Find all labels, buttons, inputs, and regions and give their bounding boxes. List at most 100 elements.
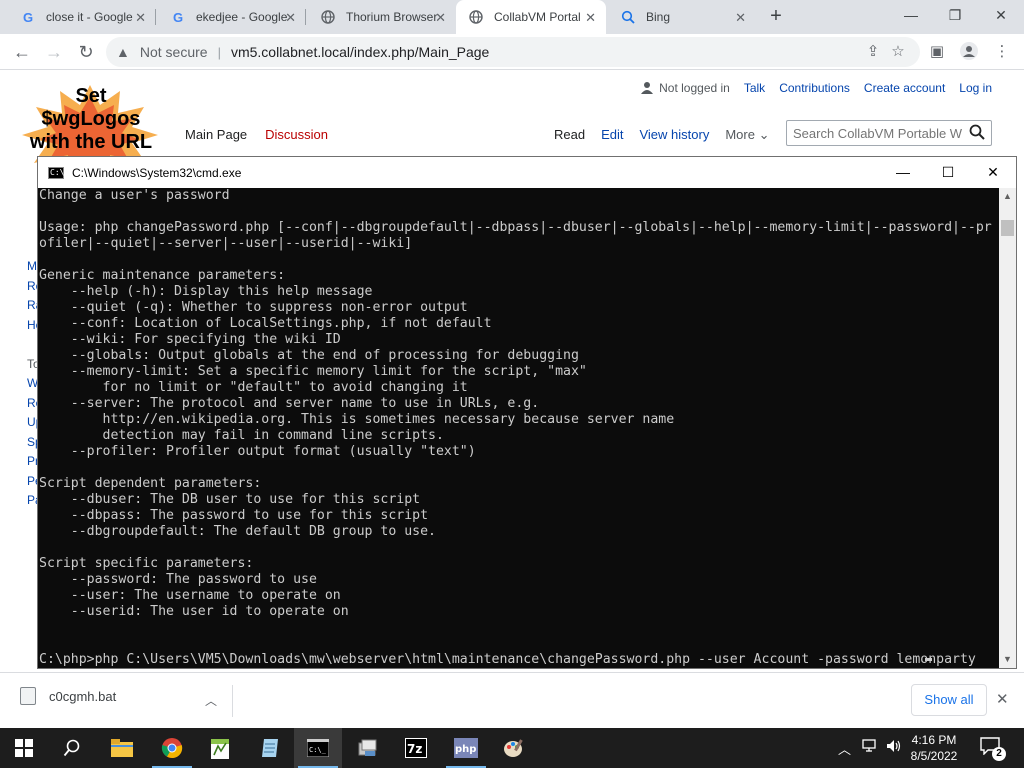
download-divider <box>232 685 233 717</box>
minimize-icon[interactable]: — <box>880 157 926 188</box>
tab-edit[interactable]: Edit <box>593 119 631 151</box>
php-icon[interactable]: php <box>442 728 490 768</box>
kebab-menu-icon[interactable]: ⋮ <box>990 41 1014 63</box>
share-icon[interactable]: ⇪ <box>861 41 885 63</box>
chrome-icon[interactable] <box>148 728 196 768</box>
volume-icon[interactable] <box>886 739 902 756</box>
close-window-icon[interactable]: ✕ <box>970 157 1016 188</box>
search-icon[interactable] <box>969 124 985 143</box>
download-item[interactable]: c0cgmh.bat <box>20 687 116 705</box>
side-panel-icon[interactable]: ▣ <box>925 41 949 63</box>
show-hidden-icons-chevron[interactable]: ︿ <box>838 739 851 758</box>
close-tab-icon[interactable]: ✕ <box>735 10 746 26</box>
file-explorer-icon[interactable] <box>98 728 146 768</box>
svg-text:7z: 7z <box>407 742 422 756</box>
url-text[interactable]: vm5.collabnet.local/index.php/Main_Page <box>231 44 489 60</box>
file-icon <box>20 687 36 705</box>
browser-tab-1[interactable]: G close it - Google ✕ <box>8 0 156 34</box>
browser-tab-strip: G close it - Google ✕ G ekedjee - Google… <box>0 0 1024 34</box>
chevron-up-icon[interactable]: ︿ <box>205 692 217 709</box>
tab-view-history[interactable]: View history <box>631 119 717 151</box>
security-label[interactable]: Not secure <box>140 44 208 60</box>
cmd-icon[interactable]: C:\_ <box>294 728 342 768</box>
close-tab-icon[interactable]: ✕ <box>585 10 596 26</box>
7zip-icon[interactable]: 7z <box>392 728 440 768</box>
view-tabs: Read Edit View history More ⌄ <box>546 119 777 151</box>
globe-icon <box>468 9 484 25</box>
search-icon <box>620 9 636 25</box>
chevron-down-icon: ⌄ <box>758 127 770 142</box>
close-tab-icon[interactable]: ✕ <box>435 10 446 26</box>
wiki-search-input[interactable] <box>793 125 965 141</box>
download-file-name[interactable]: c0cgmh.bat <box>49 689 116 704</box>
tab-title: CollabVM Portal <box>494 10 581 24</box>
notification-badge: 2 <box>992 747 1006 761</box>
text-cursor <box>925 658 932 661</box>
browser-tab-2[interactable]: G ekedjee - Google ✕ <box>158 0 306 34</box>
maximize-icon[interactable]: ☐ <box>925 157 971 188</box>
user-status: Not logged in <box>641 81 730 95</box>
cmd-title-bar[interactable]: C:\ C:\Windows\System32\cmd.exe — ☐ ✕ <box>38 157 1016 188</box>
browser-tab-5[interactable]: Bing ✕ <box>608 0 756 34</box>
back-button[interactable]: ← <box>8 38 36 66</box>
tab-more[interactable]: More ⌄ <box>717 119 777 151</box>
contributions-link[interactable]: Contributions <box>779 81 850 95</box>
tab-discussion[interactable]: Discussion <box>256 119 337 150</box>
address-bar[interactable]: ▲ Not secure | vm5.collabnet.local/index… <box>106 37 920 67</box>
scroll-up-icon[interactable]: ▲ <box>999 188 1016 205</box>
not-logged-in-text: Not logged in <box>659 81 730 95</box>
paint-icon[interactable] <box>490 728 538 768</box>
warning-icon[interactable]: ▲ <box>116 44 130 60</box>
close-tab-icon[interactable]: ✕ <box>135 10 146 26</box>
network-icon[interactable] <box>862 739 878 756</box>
notepad-plus-icon[interactable] <box>196 728 244 768</box>
personal-tools: Not logged in Talk Contributions Create … <box>641 81 992 95</box>
tab-separator <box>305 9 306 25</box>
bookmark-star-icon[interactable]: ☆ <box>886 41 910 63</box>
user-icon <box>641 82 654 94</box>
google-icon: G <box>22 9 34 25</box>
cmd-window[interactable]: C:\ C:\Windows\System32\cmd.exe — ☐ ✕ Ch… <box>37 156 1017 669</box>
tab-title: close it - Google <box>46 10 133 24</box>
more-label: More <box>725 127 755 142</box>
tab-main-page[interactable]: Main Page <box>176 119 256 150</box>
clock[interactable]: 4:16 PM 8/5/2022 <box>904 732 964 764</box>
new-tab-button[interactable]: + <box>764 5 788 29</box>
notepad-icon[interactable] <box>246 728 294 768</box>
profile-avatar-icon[interactable] <box>957 41 981 63</box>
cmd-icon: C:\ <box>48 166 65 179</box>
close-tab-icon[interactable]: ✕ <box>285 10 296 26</box>
scroll-down-icon[interactable]: ▼ <box>999 651 1016 668</box>
log-in-link[interactable]: Log in <box>959 81 992 95</box>
tab-read[interactable]: Read <box>546 119 593 151</box>
browser-toolbar: ← → ↻ ▲ Not secure | vm5.collabnet.local… <box>0 34 1024 70</box>
forward-button[interactable]: → <box>40 38 68 66</box>
search-button[interactable] <box>48 728 96 768</box>
create-account-link[interactable]: Create account <box>864 81 945 95</box>
close-shelf-icon[interactable]: ✕ <box>996 690 1009 708</box>
notification-center-icon[interactable]: 2 <box>980 737 1006 761</box>
wiki-search-box[interactable] <box>786 120 992 146</box>
windows-taskbar: C:\_ 7z php ︿ 4:16 PM 8/5/2022 2 <box>0 728 1024 768</box>
start-button[interactable] <box>0 728 48 768</box>
scrollbar-thumb[interactable] <box>1001 220 1014 236</box>
omnibox-divider: | <box>217 44 221 60</box>
svg-text:php: php <box>455 744 476 755</box>
installer-icon[interactable] <box>344 728 392 768</box>
talk-link[interactable]: Talk <box>744 81 765 95</box>
tab-title: ekedjee - Google <box>196 10 288 24</box>
show-all-button[interactable]: Show all <box>911 684 987 716</box>
download-shelf: c0cgmh.bat ︿ Show all ✕ <box>0 672 1024 728</box>
browser-tab-4-active[interactable]: CollabVM Portal ✕ <box>456 0 606 34</box>
browser-tab-3[interactable]: Thorium Browser ✕ <box>308 0 456 34</box>
minimize-icon[interactable]: — <box>888 0 934 30</box>
tab-title: Bing <box>646 10 671 24</box>
google-icon: G <box>172 9 184 25</box>
close-window-icon[interactable]: ✕ <box>978 0 1024 30</box>
restore-icon[interactable]: ❐ <box>932 0 978 30</box>
reload-button[interactable]: ↻ <box>72 38 100 66</box>
clock-date: 8/5/2022 <box>910 749 958 763</box>
console-scrollbar[interactable]: ▲ ▼ <box>999 188 1016 668</box>
svg-text:C:\_: C:\_ <box>309 746 327 754</box>
console-output[interactable]: Change a user's password Usage: php chan… <box>38 188 998 668</box>
